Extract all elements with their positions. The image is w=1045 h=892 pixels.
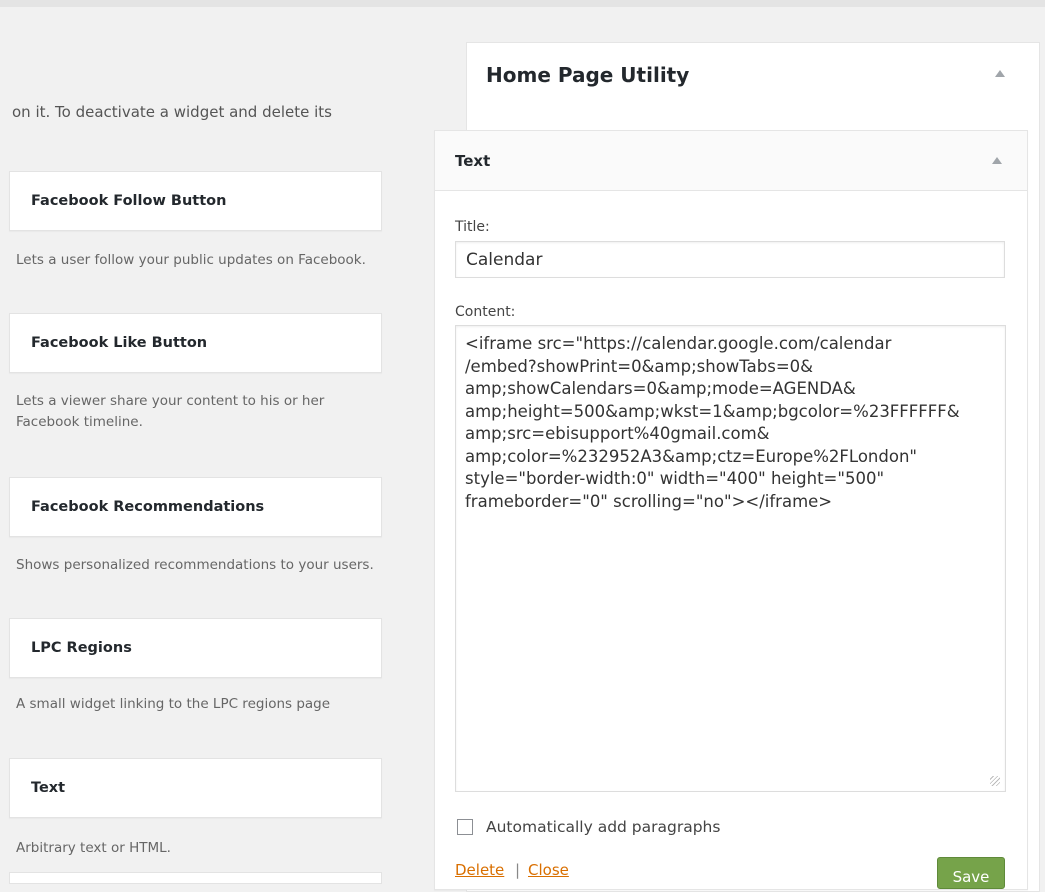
- widget-description: A small widget linking to the LPC region…: [16, 696, 331, 712]
- content-label: Content:: [455, 304, 516, 320]
- available-widget-lpc-regions[interactable]: LPC Regions: [9, 618, 382, 678]
- widget-title: Facebook Follow Button: [31, 193, 227, 209]
- available-widget-facebook-follow-button[interactable]: Facebook Follow Button: [9, 171, 382, 231]
- top-divider: [0, 0, 1045, 7]
- widget-description: Shows personalized recommendations to yo…: [16, 557, 374, 573]
- close-link[interactable]: Close: [528, 861, 569, 879]
- save-button[interactable]: Save: [937, 857, 1005, 889]
- sidebar-title[interactable]: Home Page Utility: [486, 63, 689, 87]
- auto-paragraphs-label[interactable]: Automatically add paragraphs: [486, 818, 720, 836]
- content-textarea[interactable]: <iframe src="https://calendar.google.com…: [455, 325, 1006, 792]
- available-widget-facebook-recommendations[interactable]: Facebook Recommendations: [9, 477, 382, 537]
- text-widget-header[interactable]: [434, 130, 1028, 191]
- link-separator: |: [515, 861, 521, 879]
- widget-description: Arbitrary text or HTML.: [16, 840, 171, 856]
- delete-link[interactable]: Delete: [455, 861, 504, 879]
- arrow-up-icon[interactable]: [992, 157, 1002, 164]
- widget-title: LPC Regions: [31, 640, 132, 656]
- title-input[interactable]: [455, 241, 1005, 278]
- resize-grip-icon[interactable]: [990, 776, 1000, 786]
- available-widget-card[interactable]: [9, 872, 382, 884]
- available-widget-facebook-like-button[interactable]: Facebook Like Button: [9, 313, 382, 373]
- arrow-up-icon[interactable]: [995, 70, 1005, 77]
- available-widget-text[interactable]: Text: [9, 758, 382, 818]
- title-label: Title:: [455, 219, 490, 235]
- widget-title: Facebook Like Button: [31, 335, 208, 351]
- widget-description: Lets a user follow your public updates o…: [16, 252, 366, 268]
- widget-title: Facebook Recommendations: [31, 499, 265, 515]
- text-widget-title: Text: [455, 152, 491, 170]
- widget-description: Lets a viewer share your content to his …: [16, 393, 325, 430]
- auto-paragraphs-checkbox[interactable]: [457, 819, 473, 835]
- widget-title: Text: [31, 780, 66, 796]
- widgets-intro-text: on it. To deactivate a widget and delete…: [12, 103, 332, 121]
